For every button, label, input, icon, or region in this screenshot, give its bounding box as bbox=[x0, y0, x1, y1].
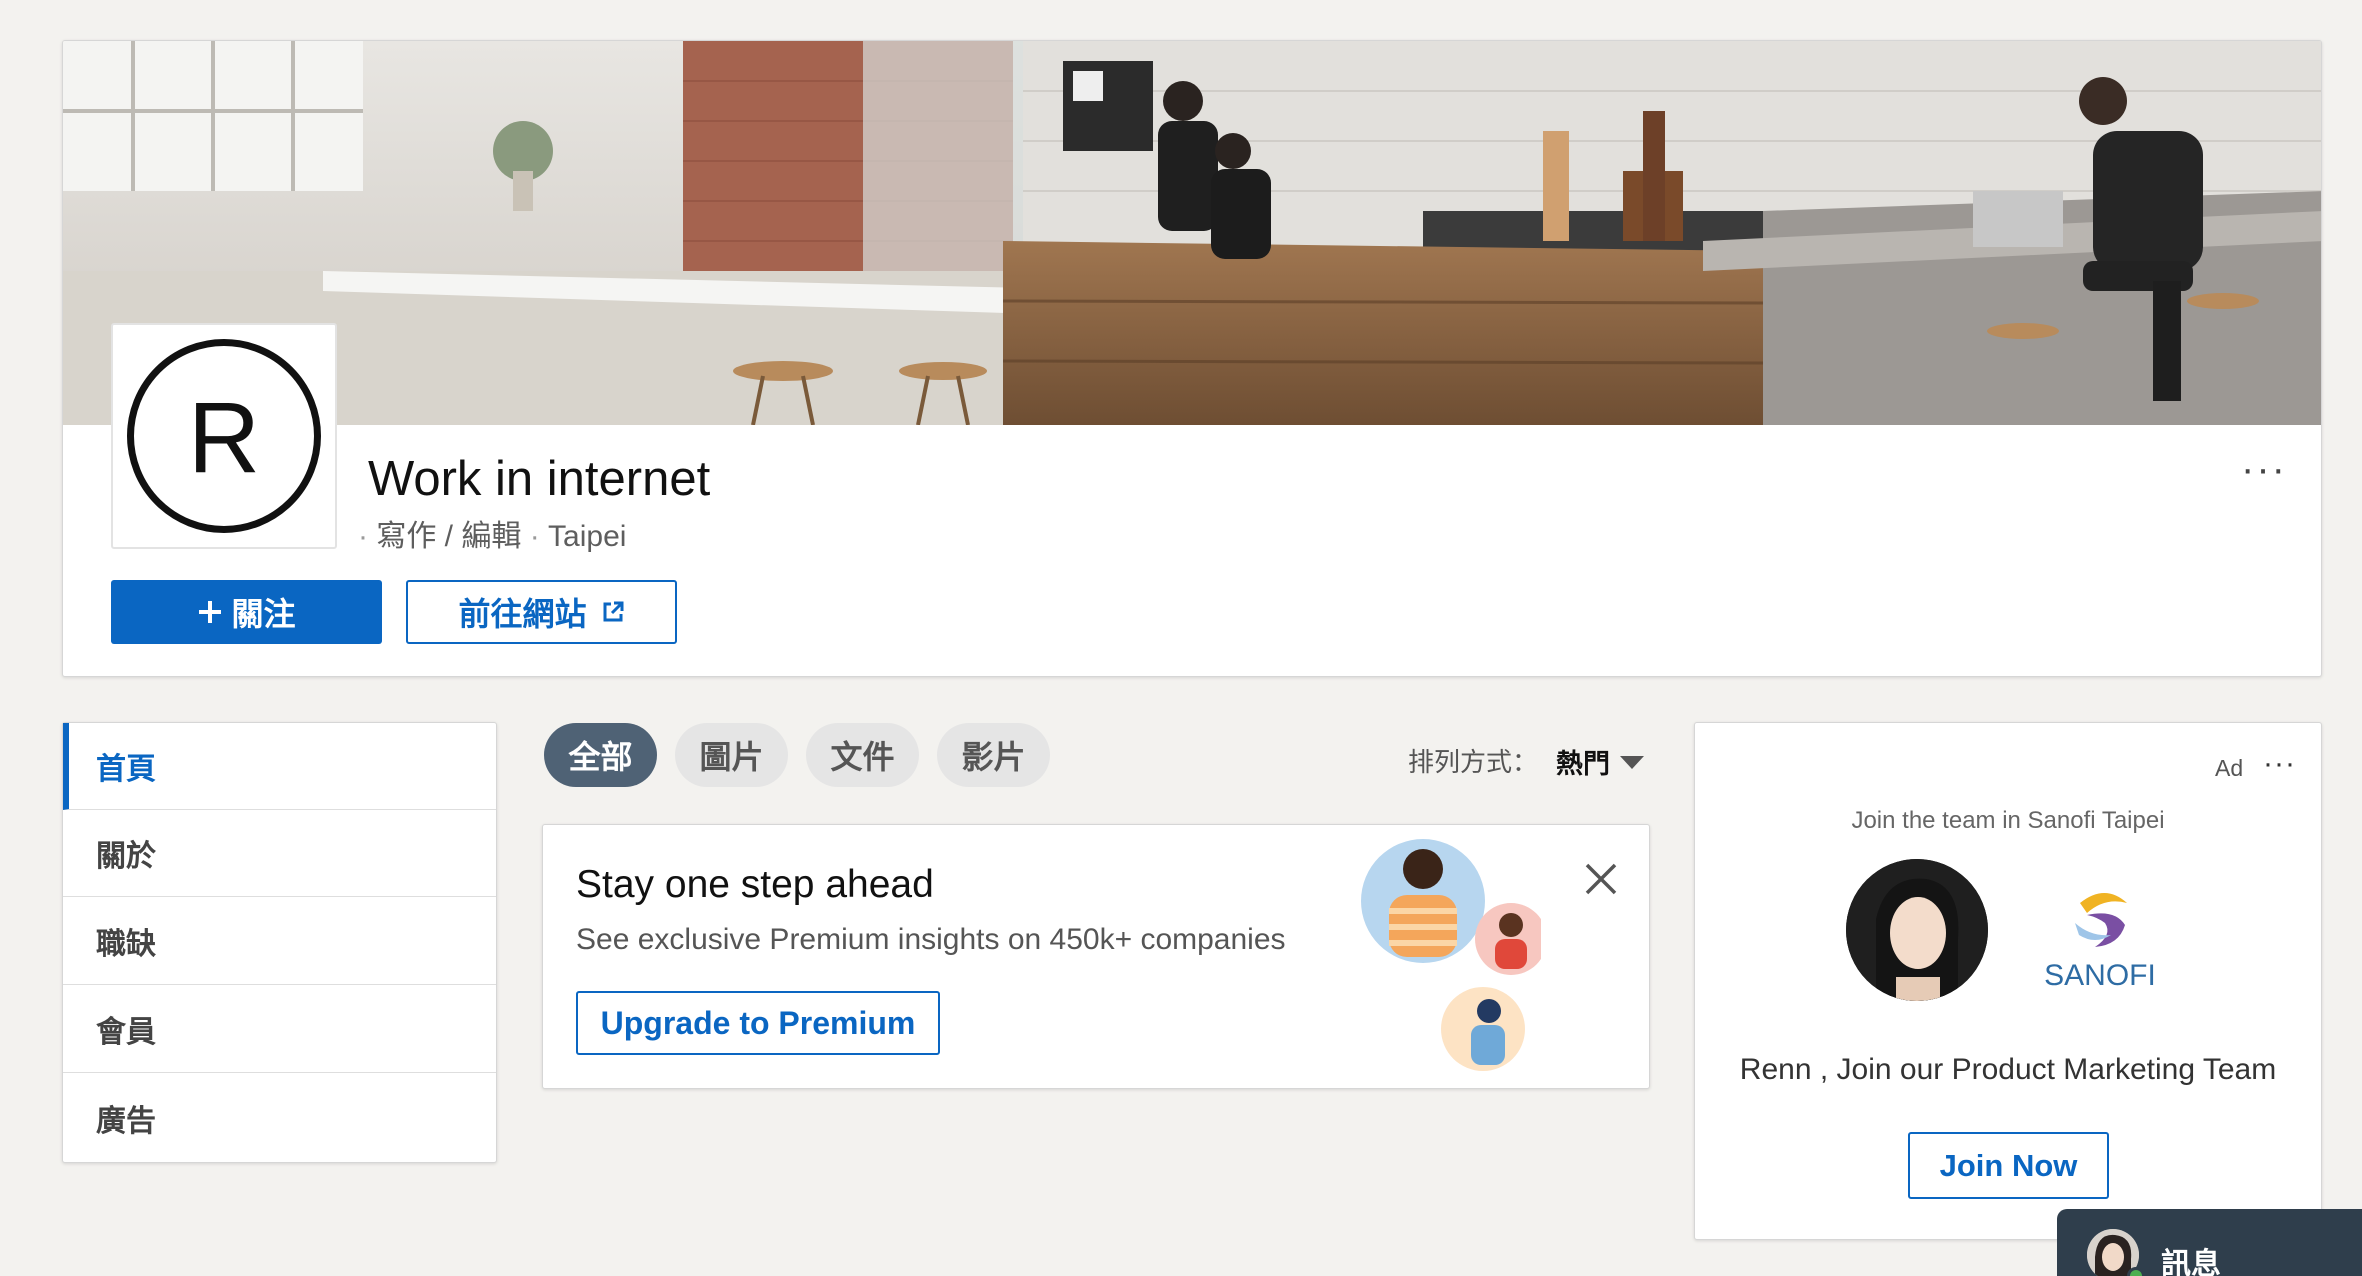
premium-subtitle: See exclusive Premium insights on 450k+ … bbox=[576, 923, 1286, 956]
nav-item-home[interactable]: 首頁 bbox=[63, 723, 496, 810]
company-location: Taipei bbox=[548, 520, 627, 553]
nav-item-label: 廣告 bbox=[96, 1104, 156, 1138]
nav-item-jobs[interactable]: 職缺 bbox=[63, 898, 496, 985]
ad-body: Renn , Join our Product Marketing Team bbox=[1739, 1053, 2277, 1086]
company-logo[interactable]: R bbox=[111, 323, 337, 549]
follow-button-label: 關注 bbox=[231, 596, 296, 632]
messaging-bar[interactable]: 訊息 bbox=[2057, 1209, 2362, 1276]
avatar bbox=[1846, 859, 1988, 1001]
filter-pill-documents[interactable]: 文件 bbox=[806, 723, 919, 787]
messaging-label: 訊息 bbox=[2161, 1248, 2221, 1276]
logo-letter: R bbox=[187, 382, 261, 494]
filter-pill-videos[interactable]: 影片 bbox=[937, 723, 1050, 787]
filter-pill-images[interactable]: 圖片 bbox=[675, 723, 788, 787]
nav-item-ads[interactable]: 廣告 bbox=[63, 1074, 496, 1161]
upgrade-premium-button[interactable]: Upgrade to Premium bbox=[576, 991, 940, 1055]
sanofi-logo: SANOFI bbox=[2035, 873, 2165, 1003]
plus-icon bbox=[199, 601, 222, 623]
online-status-dot bbox=[2127, 1267, 2145, 1276]
visit-website-button[interactable]: 前往網站 bbox=[406, 580, 677, 644]
ad-label: Ad bbox=[2215, 755, 2244, 781]
logo-circle: R bbox=[127, 339, 321, 533]
visit-website-label: 前往網站 bbox=[458, 596, 587, 632]
nav-item-label: 關於 bbox=[96, 840, 156, 873]
page-nav: 首頁 關於 職缺 會員 廣告 bbox=[62, 722, 497, 1163]
company-industry: 寫作 / 編輯 bbox=[376, 520, 522, 553]
sort-label: 排列方式： bbox=[1408, 747, 1539, 777]
nav-item-label: 會員 bbox=[96, 1016, 156, 1049]
filter-pill-all[interactable]: 全部 bbox=[544, 723, 657, 787]
ellipsis-icon[interactable]: ··· bbox=[2241, 449, 2287, 489]
ad-brand-name: SANOFI bbox=[2044, 959, 2156, 992]
external-link-icon bbox=[603, 601, 623, 622]
sponsored-ad-card: Ad ··· Join the team in Sanofi Taipei SA… bbox=[1694, 722, 2322, 1240]
follow-button[interactable]: 關注 bbox=[111, 580, 382, 644]
meta-separator: · bbox=[358, 520, 368, 553]
company-meta: · 寫作 / 編輯 · Taipei bbox=[358, 511, 626, 555]
ad-headline: Join the team in Sanofi Taipei bbox=[1851, 807, 2165, 834]
premium-title: Stay one step ahead bbox=[576, 863, 934, 906]
filter-pill-label: 全部 bbox=[568, 739, 633, 775]
meta-separator: · bbox=[529, 520, 540, 553]
filter-pill-label: 圖片 bbox=[699, 739, 764, 775]
people-illustration-icon bbox=[1361, 839, 1541, 1071]
sort-dropdown[interactable]: 熱門 bbox=[1556, 742, 1610, 781]
ellipsis-icon[interactable]: ··· bbox=[2263, 749, 2296, 779]
close-icon[interactable] bbox=[1583, 861, 1619, 897]
join-now-button[interactable]: Join Now bbox=[1908, 1132, 2109, 1199]
filter-pill-label: 影片 bbox=[961, 739, 1026, 775]
company-name: Work in internet bbox=[368, 452, 711, 506]
nav-item-people[interactable]: 會員 bbox=[63, 986, 496, 1073]
company-header-card: R Work in internet · 寫作 / 編輯 · Taipei ··… bbox=[62, 40, 2322, 677]
nav-item-label: 職缺 bbox=[96, 928, 156, 961]
cover-image bbox=[63, 41, 2321, 425]
premium-upsell-card: Stay one step ahead See exclusive Premiu… bbox=[542, 824, 1650, 1089]
nav-item-about[interactable]: 關於 bbox=[63, 810, 496, 897]
filter-pill-label: 文件 bbox=[830, 739, 895, 775]
caret-down-icon[interactable] bbox=[1620, 756, 1644, 769]
nav-item-label: 首頁 bbox=[96, 753, 156, 786]
